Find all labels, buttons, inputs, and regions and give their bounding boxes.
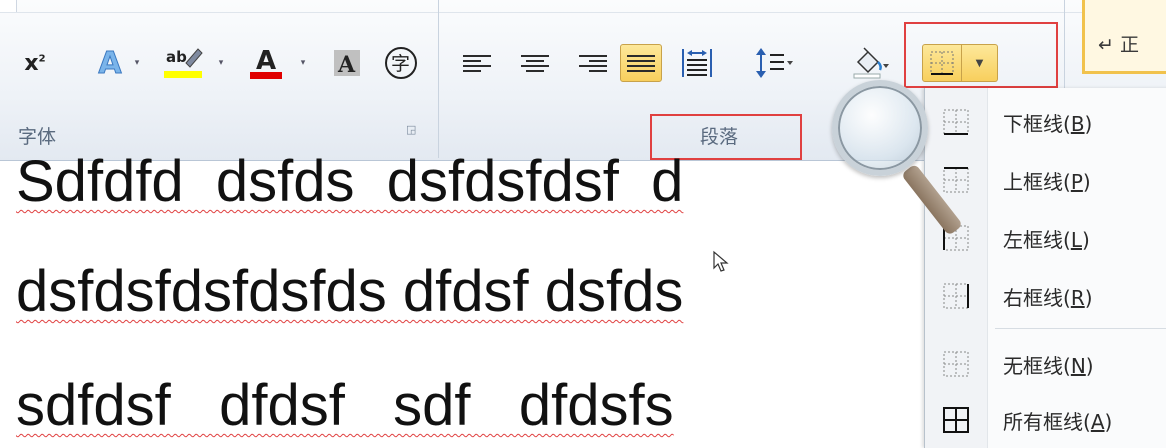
- distributed-align-icon: [682, 49, 712, 77]
- svg-text:字: 字: [391, 53, 410, 75]
- enclosed-character-icon: 字: [385, 47, 417, 79]
- menu-item-no-border[interactable]: 无框线(N): [925, 336, 1166, 392]
- highlight-dropdown-arrow[interactable]: ▾: [216, 58, 226, 68]
- svg-text:A: A: [337, 52, 356, 78]
- font-group-label: 字体: [18, 126, 57, 148]
- menu-item-bottom-border[interactable]: 下框线(B): [925, 94, 1166, 150]
- font-color-button[interactable]: A: [246, 44, 286, 82]
- menu-item-top-border[interactable]: 上框线(P): [925, 152, 1166, 208]
- svg-text:A: A: [256, 46, 276, 76]
- right-border-icon: [943, 283, 969, 309]
- text-effect-dropdown-arrow[interactable]: ▾: [132, 58, 142, 68]
- font-color-icon: A: [250, 46, 282, 79]
- border-button-callout: [904, 22, 1058, 88]
- ribbon-tab-strip: [0, 0, 1166, 13]
- character-shading-button[interactable]: A: [330, 44, 364, 82]
- highlight-button[interactable]: ab: [160, 44, 206, 82]
- magnifier-icon: [832, 80, 928, 176]
- svg-text:ab: ab: [166, 48, 187, 66]
- mouse-cursor-icon: [713, 250, 729, 272]
- font-color-dropdown-arrow[interactable]: ▾: [298, 58, 308, 68]
- align-right-icon: [579, 54, 607, 72]
- font-dialog-launcher-icon[interactable]: ◲: [406, 124, 418, 136]
- distributed-button[interactable]: [676, 44, 718, 82]
- menu-item-all-borders[interactable]: 所有框线(A): [925, 392, 1166, 448]
- top-border-icon: [943, 167, 969, 193]
- border-dropdown-menu: 下框线(B) 上框线(P) 左框线(L) 右框线(R) 无框线(N) 所有框线(…: [924, 88, 1166, 448]
- justify-button[interactable]: [620, 44, 662, 82]
- no-border-icon: [943, 351, 969, 377]
- paint-bucket-icon: [853, 47, 889, 79]
- document-line: Sdfdfd dsfds dsfdsfdsf d: [16, 149, 684, 214]
- enclosed-character-button[interactable]: 字: [380, 44, 422, 82]
- align-center-button[interactable]: [514, 44, 556, 82]
- line-spacing-icon: [756, 48, 793, 78]
- menu-item-left-border[interactable]: 左框线(L): [925, 210, 1166, 266]
- text-effect-button[interactable]: A: [90, 44, 130, 82]
- character-shading-icon: A: [334, 50, 360, 78]
- all-borders-icon: [943, 407, 969, 433]
- text-effect-icon: A: [98, 45, 122, 81]
- align-right-button[interactable]: [572, 44, 614, 82]
- menu-separator: [995, 328, 1166, 329]
- superscript-icon: x2: [24, 50, 46, 76]
- superscript-button[interactable]: x2: [14, 44, 56, 82]
- align-center-icon: [521, 54, 549, 72]
- document-line: dsfdsfdsfdsfds dfdsf dsfds: [16, 259, 684, 324]
- document-line: sdfdsf dfdsf sdf dfdsfs: [16, 373, 674, 438]
- justify-icon: [627, 54, 655, 72]
- bottom-border-icon: [943, 109, 969, 135]
- menu-item-right-border[interactable]: 右框线(R): [925, 268, 1166, 324]
- tab-stub[interactable]: [0, 0, 17, 12]
- align-left-button[interactable]: [456, 44, 498, 82]
- highlighter-icon: ab: [164, 48, 203, 78]
- line-spacing-button[interactable]: [752, 44, 796, 82]
- group-separator: [438, 0, 439, 158]
- shading-button[interactable]: [848, 44, 892, 82]
- align-left-icon: [463, 54, 491, 72]
- styles-gallery-text: ↵ 正: [1098, 34, 1139, 56]
